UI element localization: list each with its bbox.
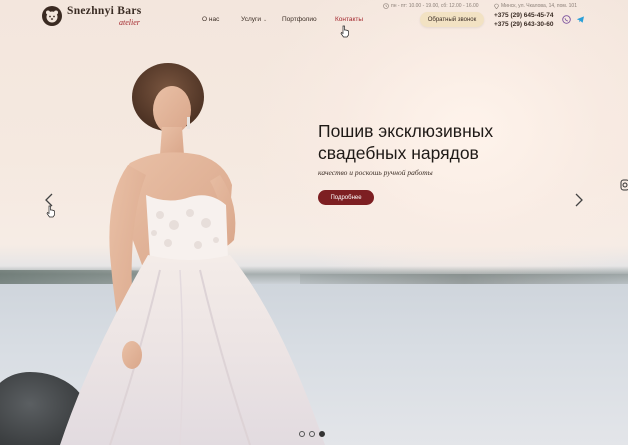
chevron-down-icon: ⌄	[263, 17, 268, 23]
slider-dot-1[interactable]	[299, 431, 305, 437]
phone-2[interactable]: +375 (29) 643-30-60	[494, 21, 553, 30]
slider-next-button[interactable]	[572, 191, 586, 209]
address: Минск, ул. Чкалова, 14, пом. 101	[494, 3, 577, 9]
telegram-icon[interactable]	[575, 14, 585, 24]
opening-hours: пн - пт: 10.00 - 19.00, сб: 12.00 - 16.0…	[383, 3, 479, 9]
site-header: Snezhnyi Bars atelier О нас Услуги ⌄ Порт…	[0, 0, 628, 38]
slider-dots	[299, 431, 325, 437]
location-pin-icon	[494, 3, 499, 9]
hero-title-line-1: Пошив эксклюзивных	[318, 121, 494, 141]
pointer-cursor-icon	[340, 25, 349, 38]
brand-sub: atelier	[119, 17, 140, 27]
nav-item-about[interactable]: О нас	[202, 16, 219, 23]
hero-image-bride	[60, 63, 325, 445]
pointer-cursor-icon	[46, 205, 55, 218]
slider-dot-3[interactable]	[319, 431, 325, 437]
hero-subtitle: качество и роскошь ручной работы	[318, 168, 433, 177]
phone-list: +375 (29) 645-45-74 +375 (29) 643-30-60	[494, 12, 553, 29]
chevron-right-icon	[575, 193, 583, 207]
more-button[interactable]: Подробнее	[318, 190, 374, 205]
hours-text: пн - пт: 10.00 - 19.00, сб: 12.00 - 16.0…	[391, 3, 479, 9]
snow-leopard-icon	[42, 6, 62, 27]
clock-icon	[383, 3, 389, 9]
brand-logo[interactable]: Snezhnyi Bars atelier	[42, 5, 142, 27]
phone-1[interactable]: +375 (29) 645-45-74	[494, 12, 553, 21]
hero-slider	[0, 0, 628, 445]
nav-item-services[interactable]: Услуги ⌄	[241, 16, 267, 23]
slider-dot-2[interactable]	[309, 431, 315, 437]
brand-name: Snezhnyi Bars	[67, 5, 142, 17]
hero-title-line-2: свадебных нарядов	[318, 143, 479, 163]
callback-button[interactable]: Обратный звонок	[420, 12, 484, 27]
hero-title: Пошив эксклюзивных свадебных нарядов	[318, 120, 578, 164]
instagram-icon[interactable]	[620, 179, 628, 191]
nav-item-portfolio[interactable]: Портфолио	[282, 16, 317, 23]
nav-item-contacts[interactable]: Контакты	[335, 16, 363, 23]
viber-icon[interactable]	[561, 14, 571, 24]
address-text: Минск, ул. Чкалова, 14, пом. 101	[501, 3, 577, 9]
